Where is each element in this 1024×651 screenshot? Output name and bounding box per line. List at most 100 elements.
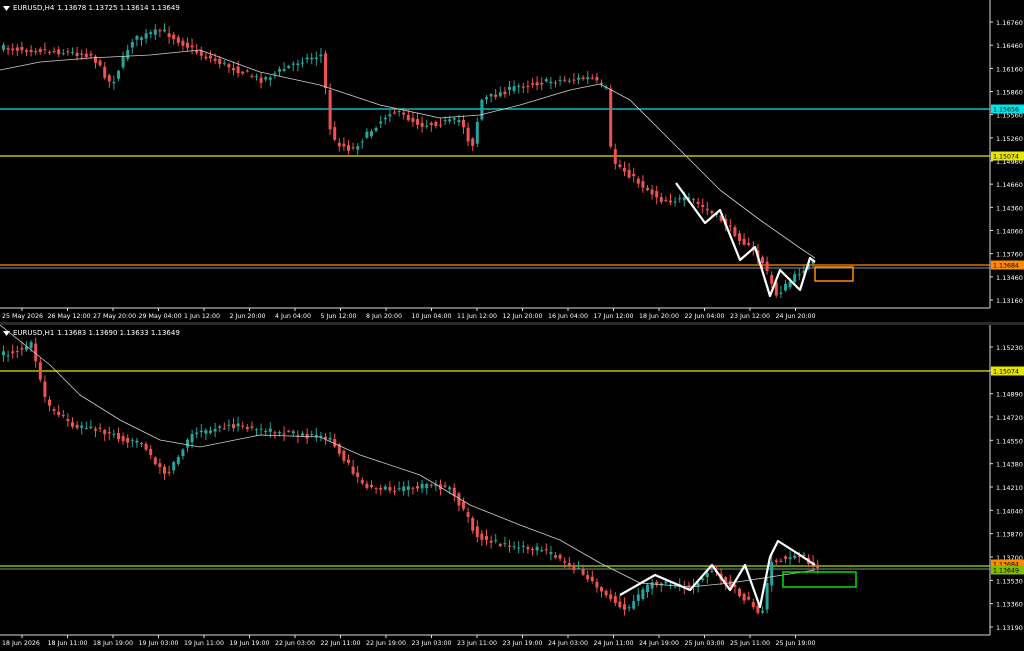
candle-body [250,426,254,428]
candle-body [383,117,387,120]
candle-body [774,560,778,562]
candle-body [761,610,764,613]
candle-body [112,81,116,84]
candle-body [149,449,153,456]
candle-body [199,430,203,433]
zigzag-pattern-line [619,539,816,609]
candle-body [572,79,576,81]
candle-body [61,53,65,55]
candle-body [512,546,516,548]
candle-body [204,56,208,59]
candle-body [485,536,488,540]
candle-body [15,351,19,353]
candle-body [75,52,79,56]
candle-body [600,587,603,592]
candle-body [66,51,70,53]
candle-body [268,428,272,432]
price-plot[interactable]: 1.167601.164601.161601.158601.155601.152… [0,0,1024,322]
candle-body [641,181,645,188]
candle-body [494,539,498,541]
candle-body [255,76,258,78]
candle-body [52,409,56,411]
candle-body [52,50,56,52]
candle-body [71,52,74,54]
candle-body [779,292,783,294]
candle-body [581,77,585,79]
time-label: 25 Jun 11:00 [730,640,770,647]
candle-body [135,440,139,443]
candle-body [448,487,452,490]
candle-body [347,145,350,151]
candle-body [664,200,668,202]
candle-body [57,411,61,416]
time-label: 23 Jun 11:00 [457,640,497,647]
candle-body [471,138,475,146]
candle-body [544,79,548,82]
candle-body [29,50,33,53]
candle-body [213,58,217,62]
candle-body [6,355,10,357]
price-label: 1.14890 [996,391,1023,399]
candle-body [181,40,185,46]
chart-pane-h1[interactable]: EURUSD,H1 1.13683 1.13690 1.13633 1.1364… [0,325,1024,651]
candle-body [563,79,567,81]
time-label: 4 Jun 04:00 [275,313,311,320]
price-label: 1.13360 [996,601,1023,609]
candle-body [2,351,5,356]
candle-body [305,57,309,60]
candle-body [710,211,714,214]
candle-body [218,426,222,428]
price-tag-label: 1.15074 [993,369,1019,376]
candle-body [632,173,636,177]
candle-body [765,261,769,272]
chart-pane-h4[interactable]: EURUSD,H4 1.13678 1.13725 1.13614 1.1364… [0,0,1024,322]
candle-body [475,526,479,537]
time-label: 2 Jun 20:00 [230,313,266,320]
candle-body [57,49,61,55]
candle-body [567,80,571,82]
time-label: 22 Jun 11:00 [321,640,361,647]
candle-body [705,208,709,211]
time-label: 26 May 12:00 [48,313,91,320]
candle-body [6,48,10,50]
candle-body [236,423,240,427]
candle-body [278,69,281,72]
time-label: 23 Jun 19:00 [503,640,543,647]
candle-body [342,450,346,461]
candle-body [268,77,272,80]
candle-body [158,30,162,32]
candle-body [20,47,24,51]
candle-body [314,57,318,59]
candle-body [388,487,392,491]
candle-body [117,70,120,79]
candle-body [604,590,608,596]
candle-body [126,49,130,59]
candle-body [494,94,498,97]
candle-body [71,422,74,427]
candle-body [517,547,521,549]
candle-body [190,434,194,443]
price-tag-label: 1.13684 [993,263,1019,270]
time-label: 8 Jun 20:00 [366,313,402,320]
time-label: 22 Jun 03:00 [275,640,315,647]
time-label: 23 Jun 03:00 [412,640,452,647]
candle-body [411,487,415,489]
price-label: 1.15230 [996,344,1023,352]
candle-body [61,415,65,417]
candle-body [508,86,511,90]
candle-body [508,545,511,547]
time-label: 24 Jun 03:00 [548,640,588,647]
candle-body [636,178,640,184]
candle-body [673,201,677,203]
candle-body [646,584,649,593]
candle-body [480,99,484,120]
price-label: 1.16460 [996,42,1023,50]
candle-body [2,45,5,50]
candle-body [521,86,525,88]
candle-body [577,567,580,569]
price-label: 1.14550 [996,437,1023,445]
candle-body [393,112,396,114]
candle-body [687,585,691,587]
price-plot[interactable]: 1.152301.150601.148901.147201.145501.143… [0,325,1024,651]
candle-body [816,564,820,569]
